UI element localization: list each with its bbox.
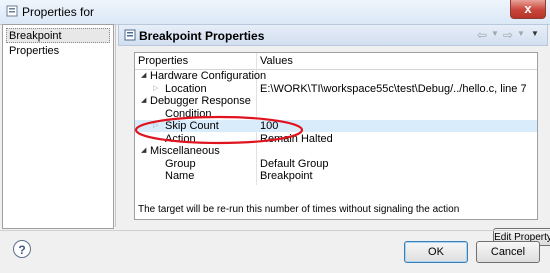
- properties-app-icon: [6, 5, 18, 17]
- property-name: Hardware Configuration: [150, 70, 267, 82]
- ok-button[interactable]: OK: [404, 241, 468, 263]
- category-list: Breakpoint Properties: [2, 24, 114, 229]
- property-value: Default Group: [260, 157, 329, 170]
- footer-separator: [0, 230, 550, 231]
- back-dropdown-icon[interactable]: ▼: [491, 29, 499, 38]
- property-name: Condition: [165, 107, 212, 120]
- table-row[interactable]: ▷ Skip Count 100: [135, 120, 537, 132]
- close-window-button[interactable]: x: [510, 0, 546, 19]
- property-value: E:\WORK\TI\workspace55c\test\Debug/../he…: [260, 82, 527, 95]
- table-row[interactable]: Name Breakpoint: [135, 170, 537, 182]
- forward-arrow-icon[interactable]: ⇨: [503, 28, 513, 42]
- table-row[interactable]: ◢ Debugger Response: [135, 95, 537, 107]
- table-row[interactable]: Group Default Group: [135, 158, 537, 170]
- properties-panel: Breakpoint Properties ⇦ ▼ ⇨ ▼ ▼ Properti…: [118, 24, 550, 246]
- category-item-breakpoint-properties[interactable]: Breakpoint Properties: [6, 28, 110, 57]
- help-button[interactable]: ?: [13, 240, 31, 258]
- property-name: Miscellaneous: [150, 145, 220, 157]
- property-name: Location: [165, 82, 207, 95]
- forward-dropdown-icon[interactable]: ▼: [517, 29, 525, 38]
- collapsed-triangle-icon[interactable]: ▷: [153, 83, 158, 95]
- property-name: Name: [165, 170, 195, 182]
- view-menu-icon[interactable]: ▼: [531, 29, 539, 38]
- window-title: Properties for: [22, 5, 95, 19]
- property-value: 100: [260, 120, 279, 132]
- property-name: Skip Count: [165, 120, 219, 132]
- property-value: Remain Halted: [260, 132, 333, 145]
- breakpoint-properties-icon: [124, 29, 136, 41]
- table-row[interactable]: ◢ Miscellaneous: [135, 145, 537, 157]
- expanded-triangle-icon[interactable]: ◢: [141, 95, 146, 107]
- column-header-values[interactable]: Values: [260, 55, 293, 67]
- collapsed-triangle-icon[interactable]: ▷: [153, 120, 158, 132]
- table-row[interactable]: Action Remain Halted: [135, 133, 537, 145]
- property-name: Group: [165, 157, 196, 170]
- page-header: Breakpoint Properties ⇦ ▼ ⇨ ▼ ▼: [118, 24, 548, 46]
- column-header-properties[interactable]: Properties: [138, 55, 188, 67]
- property-name: Debugger Response: [150, 95, 251, 107]
- expanded-triangle-icon[interactable]: ◢: [141, 145, 146, 157]
- table-row[interactable]: ◢ Hardware Configuration: [135, 70, 537, 82]
- properties-table: Properties Values ◢ Hardware Configuratio…: [134, 52, 550, 246]
- property-description: The target will be re-run this number of…: [138, 204, 460, 215]
- table-row[interactable]: ▷ Location E:\WORK\TI\workspace55c\test\De…: [135, 83, 537, 95]
- property-name: Action: [165, 132, 196, 145]
- back-arrow-icon[interactable]: ⇦: [477, 28, 487, 42]
- cancel-button[interactable]: Cancel: [476, 241, 540, 263]
- page-title: Breakpoint Properties: [139, 29, 265, 43]
- panel-divider[interactable]: [115, 24, 116, 227]
- table-header: Properties Values: [135, 53, 537, 70]
- property-value: Breakpoint: [260, 170, 313, 182]
- table-row[interactable]: Condition: [135, 108, 537, 120]
- expanded-triangle-icon[interactable]: ◢: [141, 70, 146, 82]
- title-bar: Properties for x: [0, 0, 550, 25]
